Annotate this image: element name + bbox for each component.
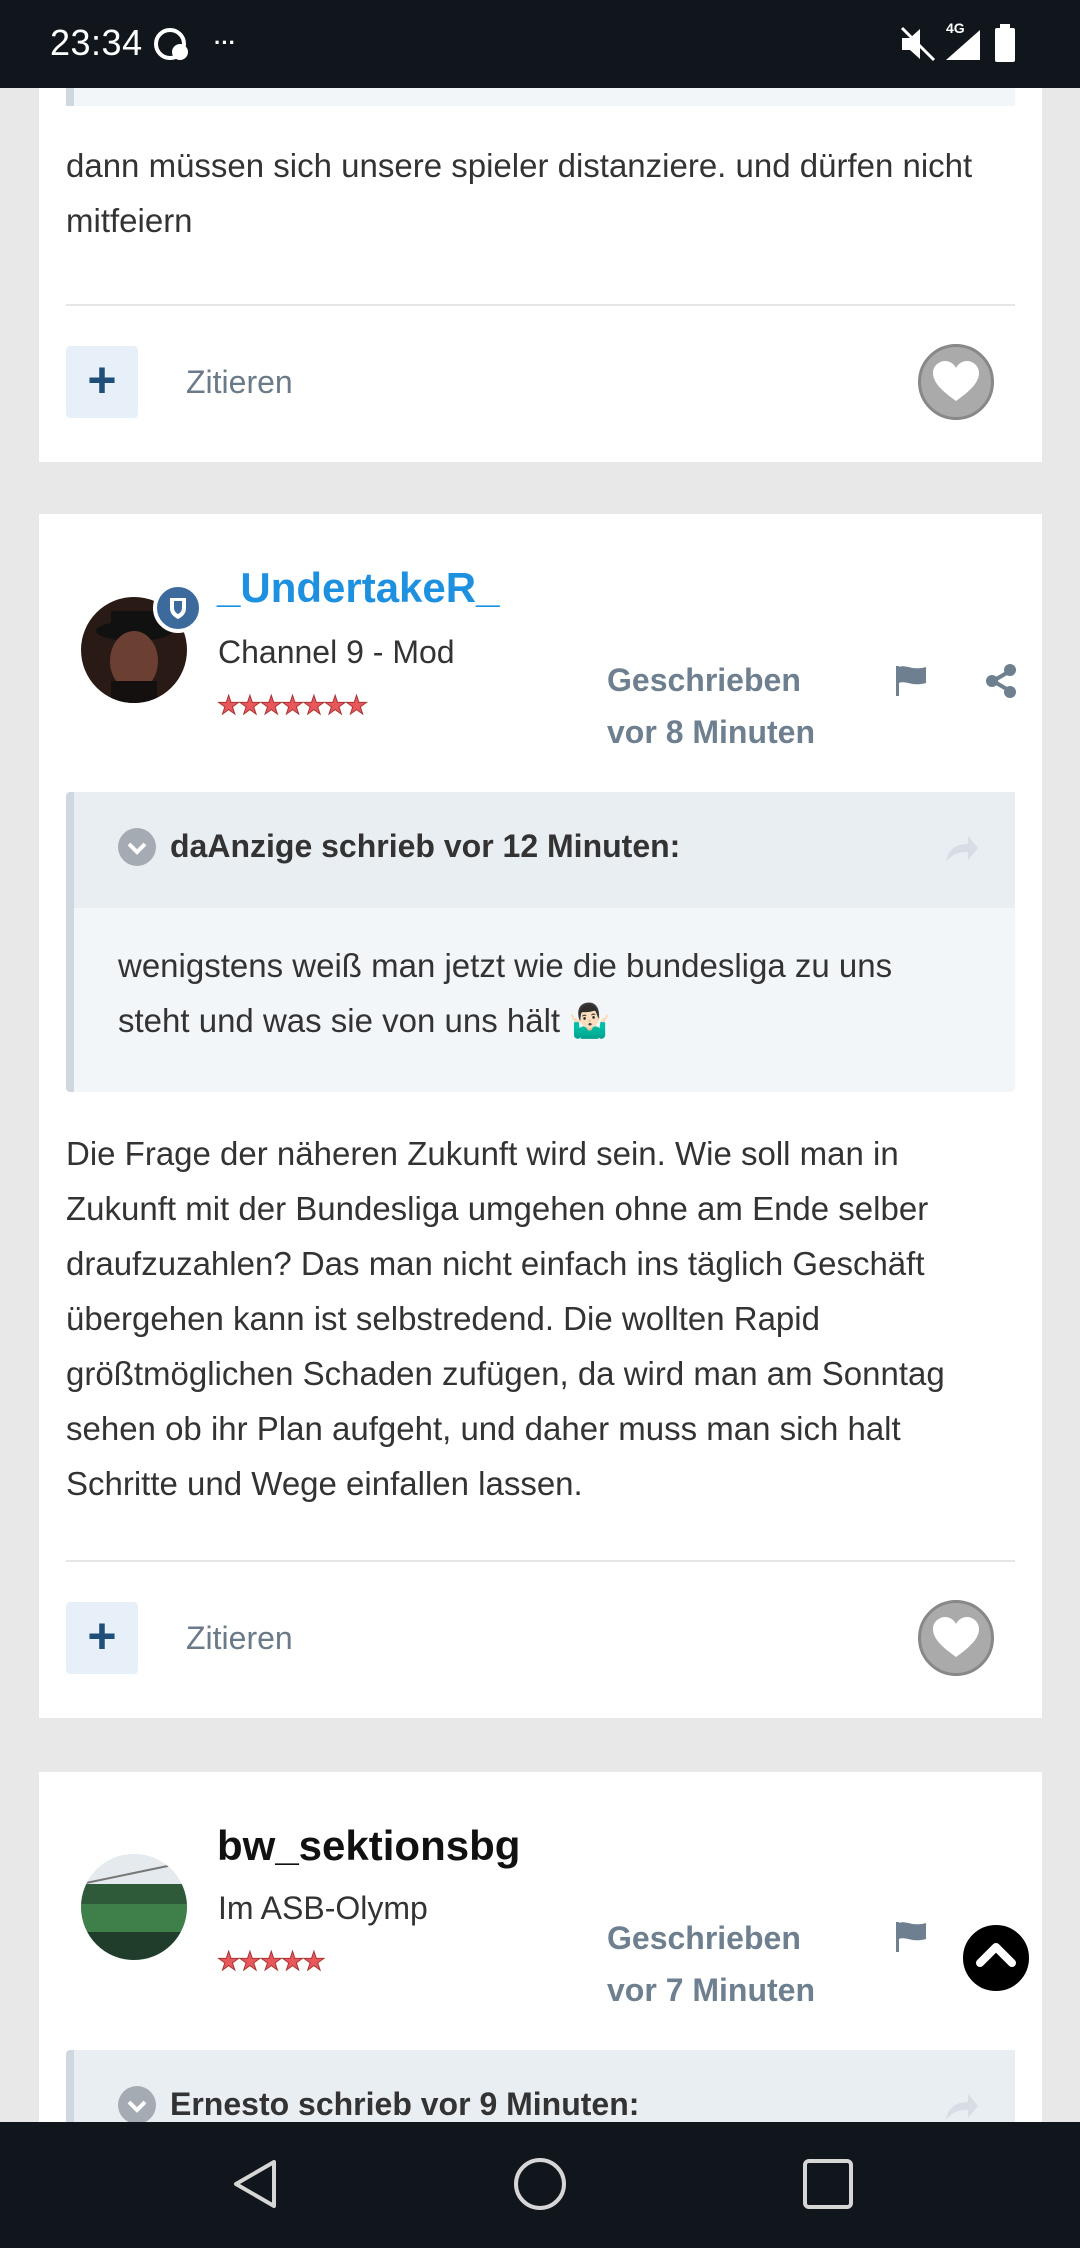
multiquote-button[interactable]: + [66,346,138,418]
system-nav-bar [0,2122,1080,2248]
quote-box: daAnzige schrieb vor 12 Minuten: wenigst… [66,792,1015,1092]
heart-icon [933,1617,979,1657]
post-text-line: Zukunft mit der Bundesliga umgehen ohne … [66,1190,929,1227]
go-to-quoted-post-icon[interactable] [944,834,980,864]
plus-icon: + [87,352,117,408]
quote-link[interactable]: Zitieren [186,364,293,401]
share-icon[interactable] [985,664,1017,698]
status-bar: 23:34 ··· 4G [0,0,1080,88]
quote-header[interactable]: daAnzige schrieb vor 12 Minuten: [74,792,1015,908]
like-button[interactable] [918,1600,994,1676]
chevron-up-icon [976,1943,1016,1967]
post-body: Die Frage der näheren Zukunft wird sein.… [66,1126,1026,1511]
moderator-badge [153,583,203,633]
post-text: dann müssen sich unsere spieler distanzi… [66,147,973,239]
post-text-line: übergehen kann ist selbstredend. Die wol… [66,1300,820,1337]
chevron-down-icon[interactable] [118,2086,156,2124]
post-text-line: größtmöglichen Schaden zufügen, da wird … [66,1355,945,1392]
heart-icon [933,361,979,401]
post-card: _UndertakeR_ Channel 9 - Mod ★★★★★★★ Ges… [39,514,1042,1718]
posted-label: Geschrieben [607,1920,801,1956]
user-title: Im ASB-Olymp [218,1890,428,1926]
triangle-back-icon[interactable] [228,2156,284,2212]
posted-time: vor 8 Minuten [607,714,816,750]
like-button[interactable] [918,344,994,420]
rank-stars: ★★★★★★★ [216,690,368,721]
post-timestamp[interactable]: Geschrieben vor 7 Minuten [607,1912,815,2016]
more-notifications-icon: ··· [214,30,236,55]
shield-icon [170,598,186,619]
square-recents-icon[interactable] [800,2156,856,2212]
mute-icon [900,26,936,62]
battery-icon [995,24,1015,62]
plus-icon: + [87,1608,117,1664]
chevron-down-icon[interactable] [118,828,156,866]
data-saver-icon [154,28,188,60]
posted-time: vor 7 Minuten [607,1972,816,2008]
post-text-line: draufzuzahlen? Das man nicht einfach ins… [66,1245,925,1282]
quote-text-line: steht und was sie von uns hält 🤷🏻‍♂️ [118,1002,611,1039]
quote-author: daAnzige schrieb vor 12 Minuten: [170,828,681,864]
post-card-next: bw_sektionsbg Im ASB-Olymp ★★★★★ Geschri… [39,1772,1042,2170]
signal-icon [946,30,980,60]
quote-author: Ernesto schrieb vor 9 Minuten: [170,2086,640,2122]
rank-stars: ★★★★★ [217,1946,327,1977]
post-text-line: Die Frage der näheren Zukunft wird sein.… [66,1135,899,1172]
go-to-quoted-post-icon[interactable] [944,2092,980,2122]
post-card-previous: dann müssen sich unsere spieler distanzi… [39,88,1042,462]
post-divider [66,1560,1015,1562]
quote-body: wenigstens weiß man jetzt wie die bundes… [118,938,892,1048]
flag-icon[interactable] [894,1920,928,1954]
avatar[interactable] [81,1854,187,1960]
post-timestamp[interactable]: Geschrieben vor 8 Minuten [607,654,815,758]
scroll-to-top-button[interactable] [960,1922,1032,1994]
flag-icon[interactable] [894,664,928,698]
quote-box-end [66,88,1015,106]
username-link[interactable]: bw_sektionsbg [217,1822,520,1870]
post-divider [66,304,1015,306]
posted-label: Geschrieben [607,662,801,698]
user-title: Channel 9 - Mod [218,634,455,670]
multiquote-button[interactable]: + [66,1602,138,1674]
username-link[interactable]: _UndertakeR_ [217,564,499,612]
circle-home-icon[interactable] [512,2156,568,2212]
post-text-line: sehen ob ihr Plan aufgeht, und daher mus… [66,1410,901,1447]
status-time: 23:34 [50,22,143,63]
post-text-line: Schritte und Wege einfallen lassen. [66,1465,583,1502]
quote-text-line: wenigstens weiß man jetzt wie die bundes… [118,947,893,984]
quote-link[interactable]: Zitieren [186,1620,293,1657]
